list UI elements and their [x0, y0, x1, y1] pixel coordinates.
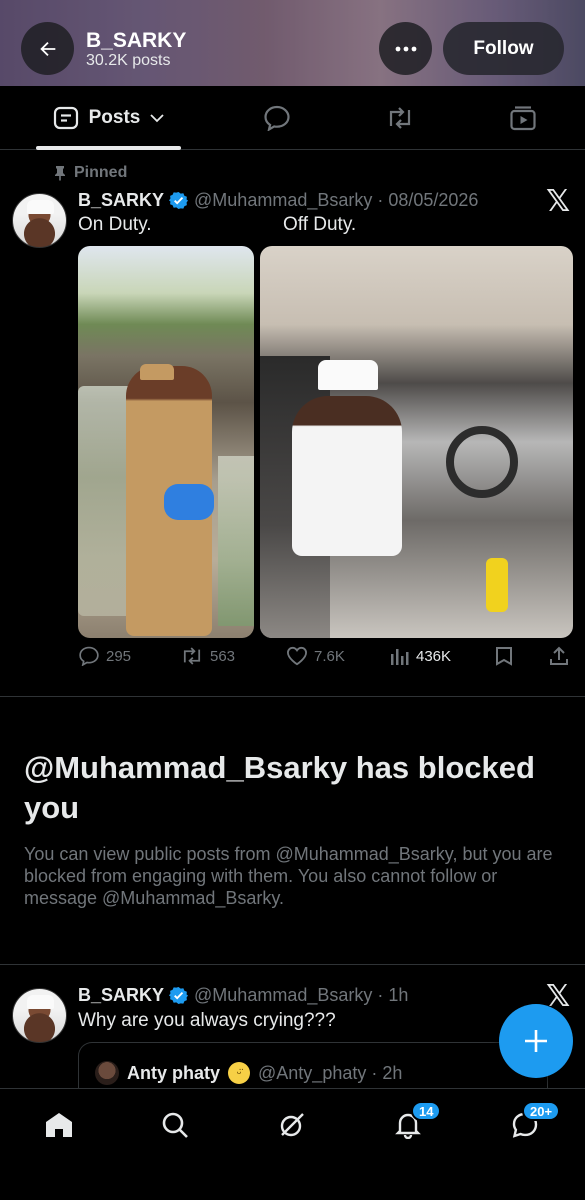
- tab-replies[interactable]: [257, 86, 297, 150]
- more-options-button[interactable]: [379, 22, 432, 75]
- author-avatar[interactable]: [12, 988, 67, 1043]
- home-icon: [46, 1113, 72, 1137]
- author-name[interactable]: B_SARKY: [78, 985, 164, 1006]
- reply-icon: [79, 646, 99, 666]
- share-icon: [550, 646, 568, 665]
- reposts-icon: [389, 107, 411, 129]
- repost-icon: [183, 647, 201, 665]
- post-header: B_SARKY @Muhammad_Bsarky · 08/05/2026: [78, 190, 478, 211]
- tab-posts-label: Posts: [88, 107, 141, 128]
- quoted-author-handle-time: @Anty_phaty · 2h: [258, 1062, 403, 1083]
- notifications-badge: 14: [411, 1101, 442, 1121]
- post-text-right: Off Duty.: [283, 214, 357, 235]
- post-count: 30.2K posts: [86, 52, 171, 69]
- author-avatar[interactable]: [12, 193, 67, 248]
- tab-reposts[interactable]: [380, 86, 420, 150]
- quoted-author-avatar: [95, 1061, 119, 1085]
- post-actions: 295 563 7.6K 436K: [78, 646, 575, 676]
- share-button[interactable]: [549, 646, 569, 666]
- white-cap: [318, 360, 378, 390]
- blocked-description: You can view public posts from @Muhammad…: [24, 844, 553, 908]
- heart-icon: [286, 646, 308, 666]
- nav-grok[interactable]: [272, 1105, 312, 1145]
- active-tab-indicator: [36, 146, 181, 150]
- nav-search[interactable]: [155, 1105, 195, 1145]
- post-header: B_SARKY @Muhammad_Bsarky · 1h: [78, 985, 408, 1006]
- grimace-emoji-icon: ᵕ̈: [228, 1062, 251, 1084]
- messages-badge: 20+: [522, 1101, 561, 1121]
- divider: [0, 696, 585, 697]
- profile-tabs: Posts: [0, 86, 585, 150]
- views-count: 436K: [416, 647, 452, 665]
- bottom-navigation: 14 20+: [0, 1088, 585, 1200]
- views-button[interactable]: 436K: [390, 646, 451, 666]
- author-handle-time: @Muhammad_Bsarky · 1h: [194, 985, 409, 1005]
- views-chart-icon: [391, 649, 409, 665]
- x-logo-icon: 𝕏: [546, 185, 571, 218]
- author-name[interactable]: B_SARKY: [78, 190, 164, 211]
- back-arrow-icon: [39, 41, 55, 56]
- bookmark-icon: [496, 647, 512, 666]
- like-button[interactable]: 7.6K: [286, 646, 345, 666]
- pinned-indicator: Pinned: [54, 164, 127, 182]
- compose-post-button[interactable]: [499, 1004, 573, 1078]
- divider: [0, 964, 585, 965]
- profile-name: B_SARKY: [86, 29, 187, 52]
- chevron-down-icon: [150, 113, 165, 122]
- tab-posts[interactable]: Posts: [36, 86, 181, 150]
- search-icon: [162, 1112, 188, 1138]
- media-icon: [510, 106, 536, 131]
- post-text: Why are you always crying???: [78, 1010, 336, 1031]
- post-image-off-duty[interactable]: [260, 246, 573, 638]
- back-button[interactable]: [21, 22, 74, 75]
- pinned-label: Pinned: [74, 164, 128, 181]
- repost-count: 563: [210, 647, 236, 665]
- quoted-author-name: Anty phaty: [127, 1062, 221, 1083]
- post-text-left: On Duty.: [78, 214, 152, 235]
- blue-bag: [164, 484, 214, 520]
- more-dots-icon: [395, 46, 416, 51]
- verified-badge-icon: [169, 986, 189, 1005]
- follow-button[interactable]: Follow: [443, 22, 564, 75]
- tab-media[interactable]: [503, 86, 543, 150]
- bottle: [486, 558, 508, 612]
- replies-icon: [264, 105, 290, 131]
- plus-icon: [525, 1030, 547, 1052]
- blocked-title: @Muhammad_Bsarky has blocked you: [24, 750, 535, 825]
- reply-count: 295: [106, 647, 132, 665]
- quoted-post-header: Anty phaty ᵕ̈ @Anty_phaty · 2h: [95, 1061, 402, 1085]
- grok-icon: [280, 1113, 304, 1137]
- header-title: B_SARKY 30.2K posts: [86, 30, 186, 70]
- cap: [140, 364, 174, 380]
- reply-button[interactable]: 295: [78, 646, 131, 666]
- author-handle-date: @Muhammad_Bsarky · 08/05/2026: [194, 190, 479, 210]
- verified-badge-icon: [169, 191, 189, 210]
- sacks-right: [218, 456, 254, 626]
- steering-wheel: [446, 426, 518, 498]
- posts-icon: [53, 106, 78, 130]
- like-count: 7.6K: [314, 647, 345, 665]
- repost-button[interactable]: 563: [180, 646, 235, 666]
- nav-home[interactable]: [39, 1105, 79, 1145]
- pin-icon: [55, 166, 65, 181]
- driver-figure: [292, 396, 402, 556]
- bookmark-button[interactable]: [495, 646, 513, 666]
- post-image-on-duty[interactable]: [78, 246, 254, 638]
